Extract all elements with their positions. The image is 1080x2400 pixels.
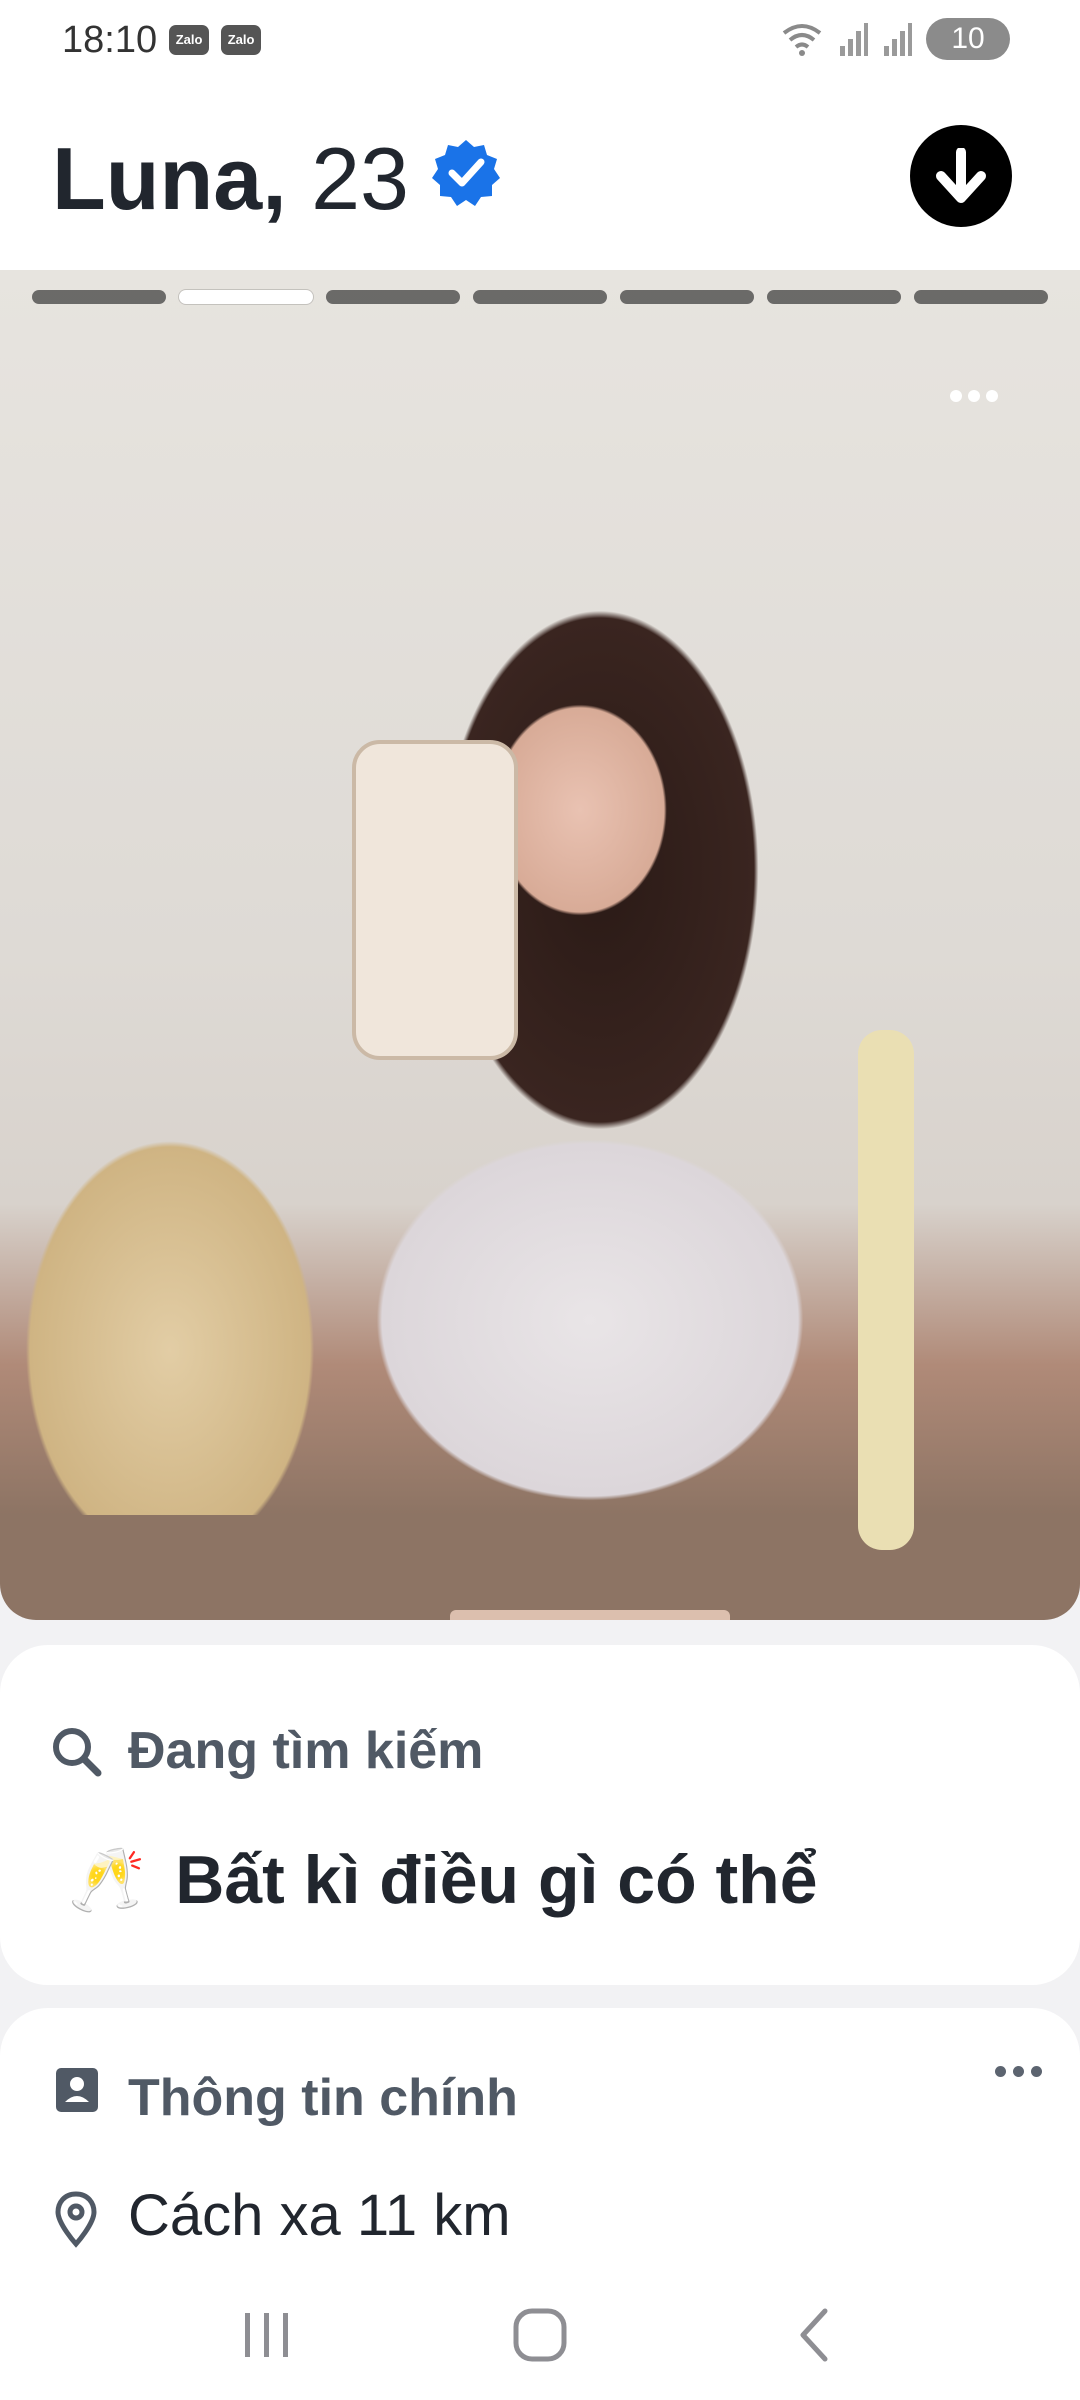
photo-progress-segment[interactable] — [767, 290, 901, 304]
looking-for-value-row: 🥂 Bất kì điều gì có thể — [68, 1841, 818, 1919]
verified-badge-icon — [432, 140, 500, 206]
profile-age: 23 — [311, 129, 409, 228]
more-horizontal-icon[interactable] — [950, 382, 1020, 410]
photo-progress-segment[interactable] — [914, 290, 1048, 304]
photo-phone-detail — [352, 740, 518, 1060]
system-nav-bar — [0, 2270, 1080, 2400]
arrow-down-icon — [936, 148, 986, 203]
profile-title: Luna, 23 — [52, 128, 409, 230]
signal-icon — [884, 23, 912, 56]
signal-icon — [840, 23, 868, 56]
wifi-icon — [782, 24, 822, 56]
home-button[interactable] — [500, 2295, 580, 2375]
looking-for-title: Đang tìm kiếm — [128, 1722, 484, 1780]
looking-for-card: Đang tìm kiếm 🥂 Bất kì điều gì có thể — [0, 1645, 1080, 1985]
photo-image — [0, 270, 1080, 1515]
recent-apps-icon — [244, 2313, 288, 2357]
recent-apps-button[interactable] — [227, 2295, 307, 2375]
status-icons: 10 — [780, 18, 1010, 60]
photo-progress-segment[interactable] — [620, 290, 754, 304]
distance-text: Cách xa 11 km — [128, 2183, 511, 2248]
battery-charging-icon: 10 — [926, 18, 1010, 60]
back-icon — [800, 2308, 828, 2362]
looking-for-value: Bất kì điều gì có thể — [175, 1842, 818, 1918]
photo-progress-segment[interactable] — [326, 290, 460, 304]
photo-box-detail — [450, 1610, 730, 1620]
photo-progress-segment[interactable] — [473, 290, 607, 304]
photo-progress-bar — [32, 290, 1048, 304]
search-icon — [53, 1728, 102, 1777]
expand-profile-button[interactable] — [910, 125, 1012, 227]
status-time: 18:10 — [62, 18, 158, 61]
zalo-notification-icon: Zalo — [169, 25, 210, 55]
champagne-icon: 🥂 — [68, 1845, 146, 1915]
more-horizontal-icon[interactable] — [995, 2066, 1042, 2077]
photo-progress-segment[interactable] — [32, 290, 166, 304]
profile-name: Luna, — [52, 129, 287, 228]
back-button[interactable] — [773, 2295, 853, 2375]
main-info-title: Thông tin chính — [128, 2069, 518, 2127]
photo-candle-detail — [858, 1030, 914, 1550]
zalo-notification-icon: Zalo — [221, 25, 262, 55]
status-bar: 18:10 Zalo Zalo 10 — [0, 0, 1080, 80]
location-pin-icon — [55, 2191, 97, 2248]
profile-photo[interactable] — [0, 270, 1080, 1620]
id-card-icon — [56, 2068, 98, 2112]
profile-header: Luna, 23 — [0, 80, 1080, 270]
home-icon — [513, 2308, 567, 2362]
photo-progress-segment-active[interactable] — [179, 290, 313, 304]
